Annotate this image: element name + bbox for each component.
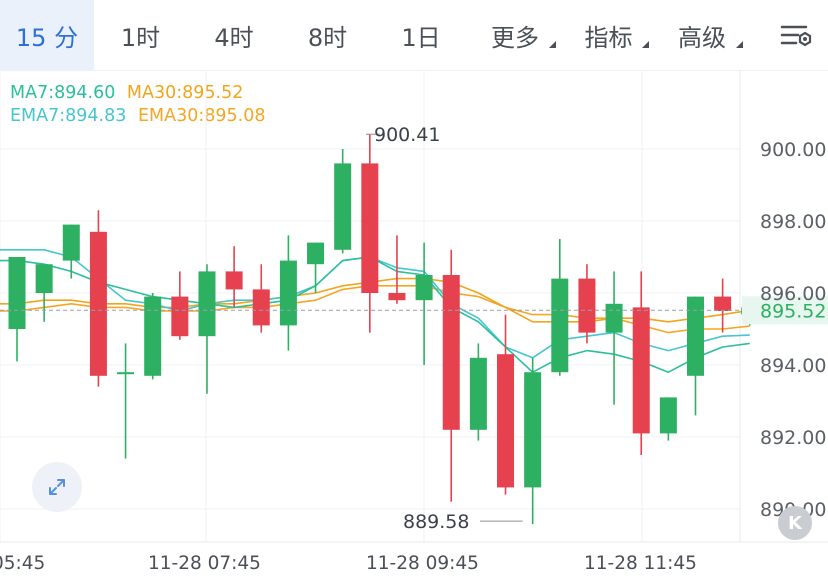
candle-body	[714, 296, 732, 311]
candle-body	[524, 372, 542, 488]
y-tick-label: 900.00	[760, 139, 826, 161]
candle-body	[35, 264, 53, 293]
candle-body	[171, 296, 189, 337]
candle-body	[307, 242, 325, 265]
tab-6[interactable]: 指标	[562, 0, 655, 70]
candle-body	[605, 303, 623, 333]
tab-label: 更多	[491, 23, 539, 52]
dropdown-caret-icon	[736, 41, 743, 48]
candle-body	[578, 278, 596, 333]
candle-body	[469, 357, 487, 430]
tab-label: 1日	[401, 23, 441, 52]
expand-chart-button[interactable]	[32, 462, 82, 512]
candle-body	[62, 224, 80, 261]
candle-body	[415, 275, 433, 301]
candle-body	[8, 257, 26, 329]
tab-0[interactable]: 15 分	[0, 0, 94, 70]
candle-body	[632, 307, 650, 434]
candle-body	[279, 260, 297, 326]
tab-1[interactable]: 1时	[94, 0, 187, 70]
candle-body	[334, 163, 352, 250]
candle-body	[551, 278, 569, 373]
tab-7[interactable]: 高级	[655, 0, 749, 70]
timeframe-tab-bar: 15 分 1时 4时 8时 1日 更多 指标 高级	[0, 0, 828, 71]
candle-body	[225, 271, 243, 290]
x-tick-label: 11-28 11:45	[584, 553, 697, 574]
tab-5[interactable]: 更多	[468, 0, 562, 70]
candle-body	[687, 296, 704, 376]
candlestick-chart[interactable]: 895.52900.00898.00896.00894.00892.00890.…	[0, 70, 828, 588]
candle-body	[252, 289, 270, 326]
tab-2[interactable]: 4时	[187, 0, 281, 70]
candle-body	[89, 231, 107, 376]
tab-3[interactable]: 8时	[281, 0, 374, 70]
candle-body	[361, 163, 379, 293]
low-price-label: 889.58	[403, 511, 469, 533]
candle-body	[497, 354, 515, 488]
y-tick-label: 898.00	[760, 211, 826, 233]
candle-body	[659, 397, 677, 434]
tab-4[interactable]: 1日	[374, 0, 468, 70]
candle-body	[388, 293, 406, 301]
candle-body	[198, 271, 216, 337]
chart-settings-icon[interactable]	[776, 16, 816, 56]
dropdown-caret-icon	[642, 41, 649, 48]
tab-label: 8时	[307, 23, 348, 52]
candle-body	[144, 296, 162, 376]
tab-label: 15 分	[15, 23, 79, 52]
y-tick-label: 892.00	[760, 427, 826, 449]
x-tick-label: 11-28 09:45	[366, 553, 479, 574]
tab-label: 指标	[584, 23, 633, 52]
tab-label: 1时	[120, 23, 161, 52]
kline-toggle-button[interactable]: K	[778, 506, 812, 540]
y-tick-label: 894.00	[760, 355, 826, 377]
candle-body	[442, 275, 460, 430]
high-price-label: 900.41	[374, 124, 440, 146]
dropdown-caret-icon	[549, 41, 556, 48]
expand-arrows-icon	[49, 479, 65, 495]
candle-body	[117, 372, 135, 375]
x-tick-label: 11-28 07:45	[148, 553, 261, 574]
y-tick-label: 896.00	[760, 283, 826, 305]
tab-label: 高级	[678, 23, 726, 52]
tab-label: 4时	[214, 23, 254, 52]
x-tick-label: 05:45	[0, 553, 45, 574]
